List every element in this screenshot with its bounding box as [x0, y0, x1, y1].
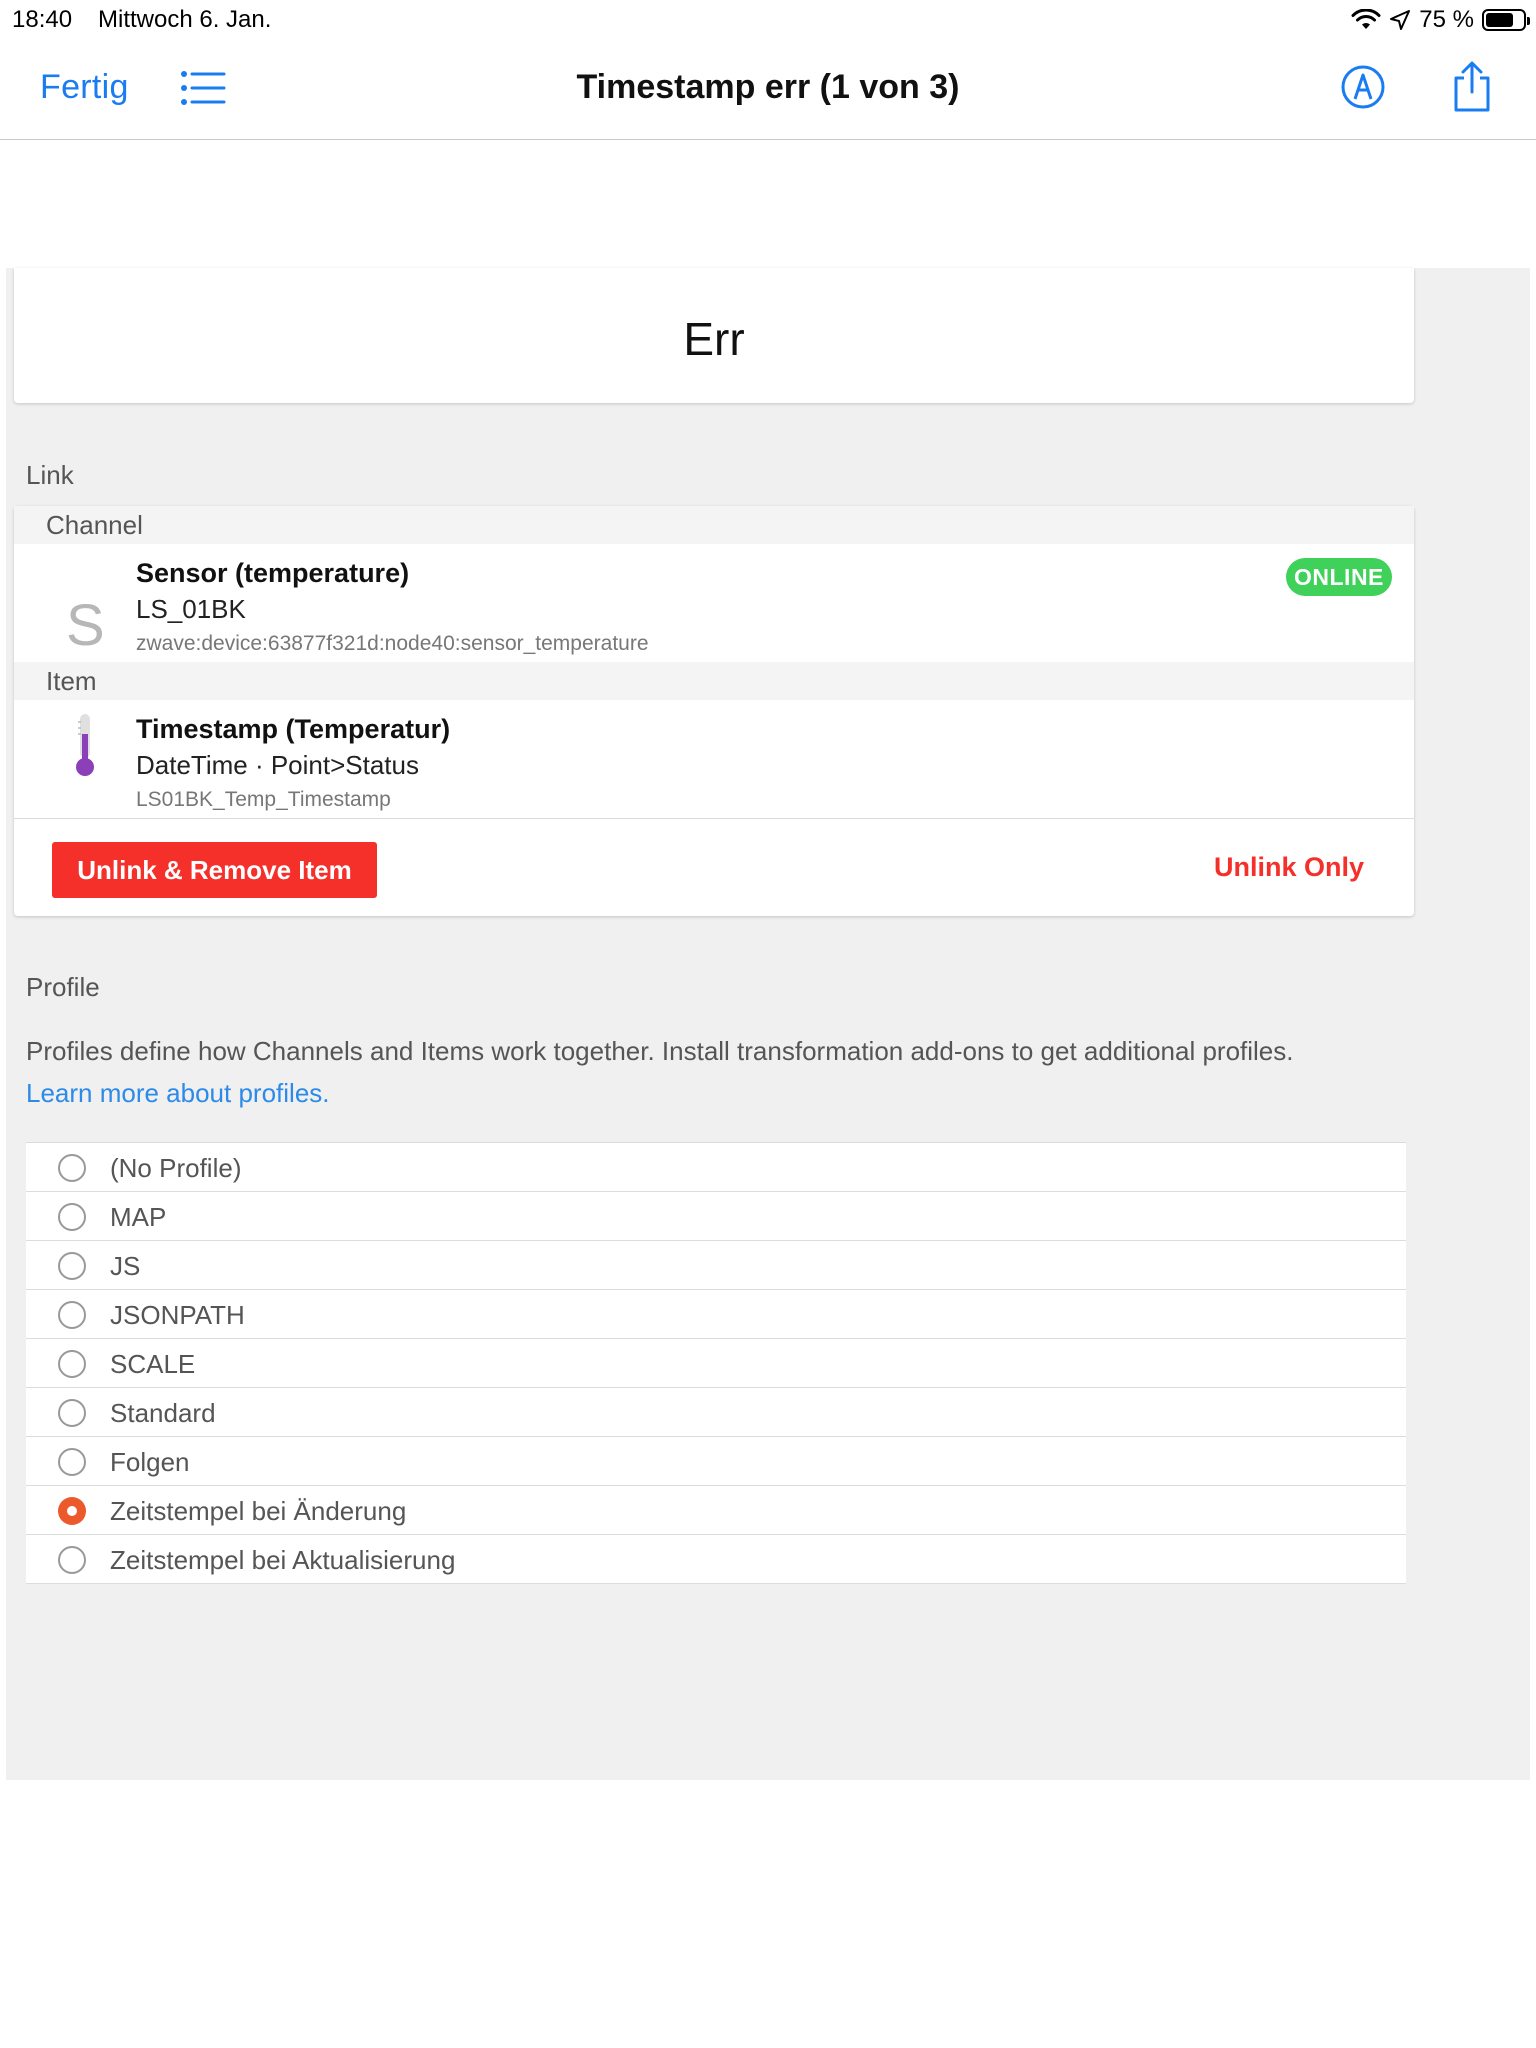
channel-title: Sensor (temperature): [136, 558, 410, 588]
battery-icon: [1482, 9, 1530, 31]
radio-unchecked[interactable]: [58, 1350, 86, 1378]
channel-header: Channel: [14, 506, 1414, 544]
radio-unchecked[interactable]: [58, 1154, 86, 1182]
status-right: 75 %: [1351, 6, 1530, 34]
channel-row[interactable]: S Sensor (temperature) LS_01BK zwave:dev…: [14, 544, 1414, 662]
item-header: Item: [14, 662, 1414, 700]
profile-option[interactable]: JS: [26, 1241, 1406, 1290]
radio-unchecked[interactable]: [58, 1399, 86, 1427]
profile-option[interactable]: Folgen: [26, 1437, 1406, 1486]
channel-uid: zwave:device:63877f321d:node40:sensor_te…: [136, 632, 649, 655]
page: 18:40 Mittwoch 6. Jan. 75 % Fertig Times…: [0, 0, 1536, 2048]
status-bar: 18:40 Mittwoch 6. Jan. 75 %: [0, 0, 1536, 40]
content-area: Err Link Channel S Sensor (temperature) …: [6, 268, 1530, 1780]
profile-option[interactable]: Zeitstempel bei Änderung: [26, 1486, 1406, 1535]
profile-option-label: JS: [110, 1251, 141, 1281]
status-badge: ONLINE: [1286, 558, 1392, 596]
thermometer-icon: [74, 712, 96, 783]
navigation-bar: Fertig Timestamp err (1 von 3): [0, 40, 1536, 140]
battery-percent: 75 %: [1419, 6, 1474, 33]
item-title: Timestamp (Temperatur): [136, 714, 451, 744]
wifi-icon: [1351, 9, 1381, 29]
radio-checked[interactable]: [58, 1497, 86, 1525]
profile-option-label: Folgen: [110, 1447, 190, 1477]
item-subtitle: DateTime · Point>Status: [136, 750, 419, 780]
profile-option[interactable]: Standard: [26, 1388, 1406, 1437]
unlink-only-button[interactable]: Unlink Only: [1214, 852, 1364, 883]
state-card: Err: [14, 268, 1414, 403]
profile-options-list: (No Profile) MAP JS JSONPATH SCALE Standard Fo…: [26, 1142, 1406, 1584]
profile-option[interactable]: JSONPATH: [26, 1290, 1406, 1339]
markup-pen-icon[interactable]: [1340, 64, 1386, 115]
link-card: Channel S Sensor (temperature) LS_01BK z…: [14, 506, 1414, 916]
profile-option-label: SCALE: [110, 1349, 196, 1379]
battery-fill: [1486, 13, 1513, 27]
item-row[interactable]: Timestamp (Temperatur) DateTime · Point>…: [14, 700, 1414, 818]
page-title: Timestamp err (1 von 3): [576, 68, 960, 106]
battery-cap: [1527, 17, 1530, 25]
profile-option[interactable]: MAP: [26, 1192, 1406, 1241]
profile-option[interactable]: (No Profile): [26, 1143, 1406, 1192]
profile-section-title: Profile: [26, 972, 100, 1002]
radio-unchecked[interactable]: [58, 1252, 86, 1280]
profile-option-label: (No Profile): [110, 1153, 242, 1183]
radio-unchecked[interactable]: [58, 1203, 86, 1231]
item-name: LS01BK_Temp_Timestamp: [136, 788, 391, 811]
profile-option-label: JSONPATH: [110, 1300, 245, 1330]
profile-option[interactable]: SCALE: [26, 1339, 1406, 1388]
status-time: 18:40: [12, 6, 73, 33]
channel-letter-icon: S: [66, 593, 105, 658]
profile-option-label: Zeitstempel bei Aktualisierung: [110, 1545, 456, 1575]
channel-subtitle: LS_01BK: [136, 594, 246, 624]
learn-more-link[interactable]: Learn more about profiles.: [26, 1078, 330, 1108]
divider: [14, 818, 1414, 819]
radio-unchecked[interactable]: [58, 1448, 86, 1476]
share-icon[interactable]: [1452, 60, 1492, 117]
location-arrow-icon: [1390, 10, 1411, 30]
profile-description-text: Profiles define how Channels and Items w…: [26, 1036, 1294, 1066]
link-section-title: Link: [26, 460, 74, 490]
status-date: Mittwoch 6. Jan.: [98, 6, 272, 33]
state-value: Err: [683, 313, 745, 365]
profile-description: Profiles define how Channels and Items w…: [26, 1030, 1506, 1114]
radio-unchecked[interactable]: [58, 1546, 86, 1574]
radio-unchecked[interactable]: [58, 1301, 86, 1329]
profile-option-label: MAP: [110, 1202, 167, 1232]
profile-option-label: Standard: [110, 1398, 216, 1428]
unlink-remove-item-button[interactable]: Unlink & Remove Item: [52, 842, 377, 898]
profile-option-label: Zeitstempel bei Änderung: [110, 1496, 407, 1526]
profile-option[interactable]: Zeitstempel bei Aktualisierung: [26, 1535, 1406, 1584]
